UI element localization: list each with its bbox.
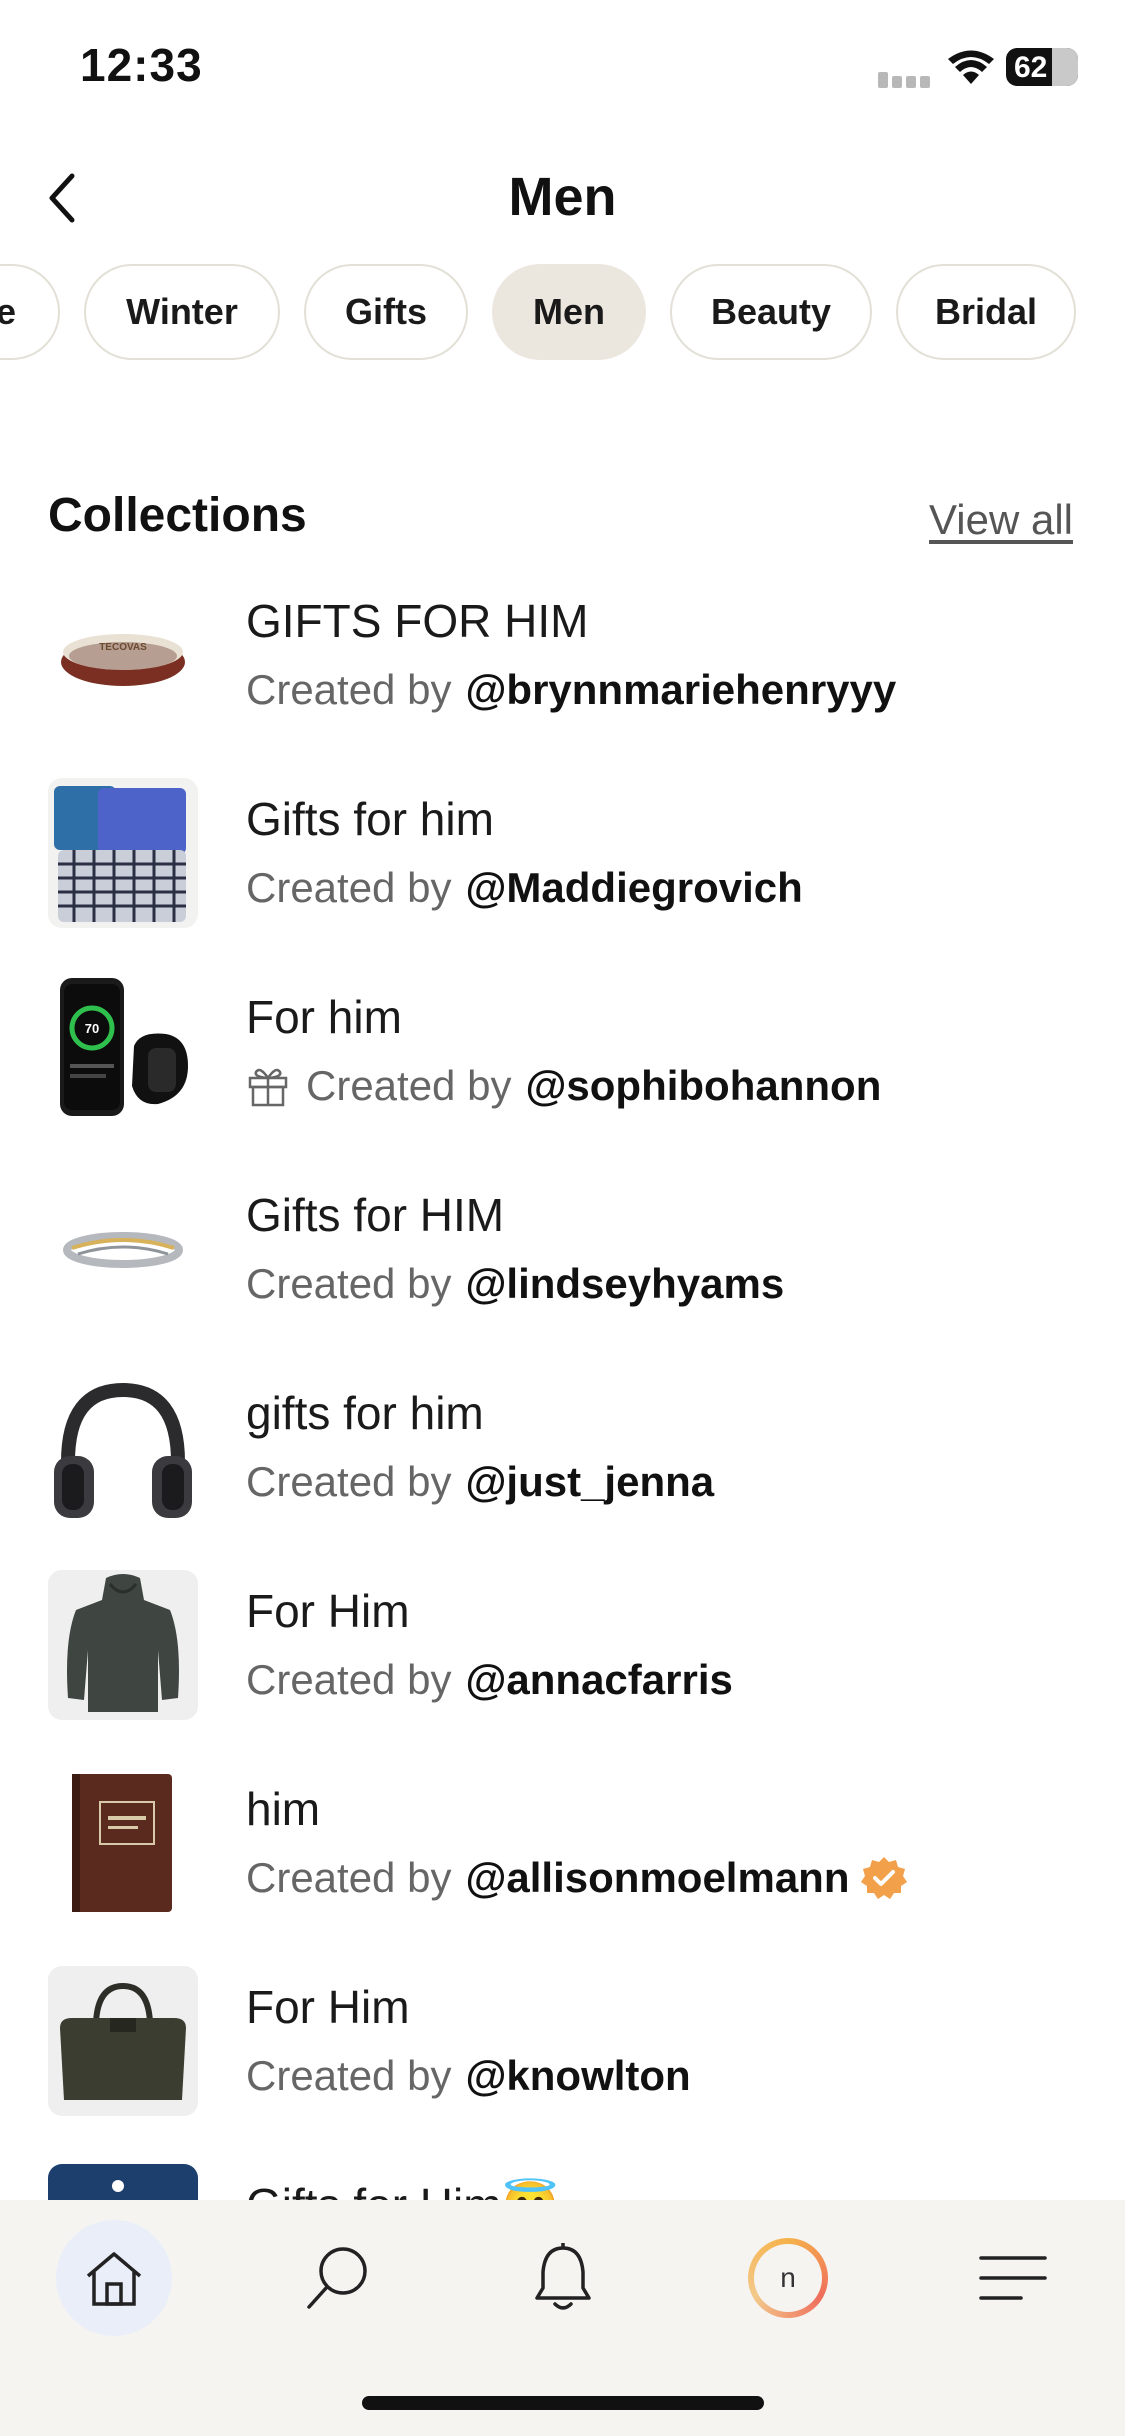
ring-thumbnail (48, 1174, 198, 1324)
phone-watch-thumbnail: 70 (48, 976, 198, 1126)
creator-handle[interactable]: @sophibohannon (525, 1062, 881, 1110)
creator-handle[interactable]: @annacfarris (465, 1656, 732, 1704)
category-chips: e Winter Gifts Men Beauty Bridal (0, 264, 1125, 360)
chip-gifts[interactable]: Gifts (304, 264, 468, 360)
verified-badge-icon (861, 1857, 908, 1899)
home-icon (86, 2252, 142, 2306)
created-by-label: Created by (246, 1458, 452, 1505)
collection-title: For him (246, 991, 402, 1043)
collection-creator: Created by @annacfarris (246, 1656, 733, 1704)
collection-item[interactable]: Gifts for HIM Created by @lindseyhyams (0, 1174, 1125, 1354)
collection-title: Gifts for Him😇 (246, 2178, 559, 2200)
collection-creator: Created by @knowlton (246, 2052, 691, 2100)
battery-level: 62 (1014, 51, 1048, 84)
night-scene-thumbnail (48, 2164, 198, 2200)
collection-title: him (246, 1783, 321, 1835)
creator-handle[interactable]: @allisonmoelmann (465, 1854, 849, 1902)
section-title: Collections (48, 489, 307, 542)
creator-handle[interactable]: @Maddiegrovich (465, 864, 802, 912)
collection-title: Gifts for HIM (246, 1189, 505, 1241)
creator-handle[interactable]: @lindseyhyams (465, 1260, 784, 1308)
tab-profile[interactable]: n (730, 2220, 846, 2336)
collection-creator: Created by @Maddiegrovich (246, 864, 803, 912)
collection-title: Gifts for him (246, 793, 494, 845)
collection-title: For Him (246, 1981, 410, 2033)
created-by-label: Created by (246, 1260, 452, 1307)
headphones-thumbnail (48, 1372, 198, 1522)
collection-creator: Created by @sophibohannon (246, 1062, 881, 1110)
chip-bridal[interactable]: Bridal (896, 264, 1076, 360)
status-time: 12:33 (80, 39, 203, 91)
hoodie-thumbnail (48, 1570, 198, 1720)
home-indicator (362, 2396, 764, 2410)
collection-creator: Created by @allisonmoelmann (246, 1854, 908, 1902)
created-by-label: Created by (246, 1854, 452, 1901)
belt-thumbnail: TECOVAS (48, 580, 198, 730)
created-by-label: Created by (246, 1656, 452, 1703)
collection-creator: Created by @brynnmariehenryyy (246, 666, 896, 714)
created-by-label: Created by (246, 2052, 452, 2099)
avatar: n (748, 2238, 828, 2318)
chip-winter[interactable]: Winter (84, 264, 280, 360)
collection-item[interactable]: For Him Created by @knowlton (0, 1966, 1125, 2146)
collection-creator: Created by @lindseyhyams (246, 1260, 784, 1308)
creator-handle[interactable]: @brynnmariehenryyy (465, 666, 896, 714)
gift-icon (248, 1068, 288, 1107)
collection-item[interactable]: Gifts for Him😇 (0, 2164, 1125, 2200)
page-title: Men (508, 167, 617, 227)
tab-search[interactable] (280, 2220, 396, 2336)
chip-partial[interactable]: e (0, 264, 60, 360)
collections-list: TECOVAS GIFTS FOR HIM Created by @brynnm… (0, 580, 1125, 2200)
creator-handle[interactable]: @knowlton (465, 2052, 690, 2100)
svg-text:70: 70 (85, 1021, 99, 1036)
collection-item[interactable]: him Created by @allisonmoelmann (0, 1768, 1125, 1948)
collection-item[interactable]: gifts for him Created by @just_jenna (0, 1372, 1125, 1552)
tab-notifications[interactable] (505, 2220, 621, 2336)
created-by-label: Created by (306, 1062, 512, 1109)
svg-text:TECOVAS: TECOVAS (99, 642, 147, 653)
menu-icon (979, 2256, 1047, 2300)
created-by-label: Created by (246, 864, 452, 911)
tab-home[interactable] (56, 2220, 172, 2336)
tab-menu[interactable] (955, 2220, 1071, 2336)
created-by-label: Created by (246, 666, 452, 713)
duffel-bag-thumbnail (48, 1966, 198, 2116)
wifi-icon (948, 50, 994, 84)
status-bar: 12:33 62 (0, 0, 1125, 140)
avatar-initial: n (754, 2244, 822, 2312)
collection-item[interactable]: For Him Created by @annacfarris (0, 1570, 1125, 1750)
book-thumbnail (48, 1768, 198, 1918)
collection-item[interactable]: 70 For him Created by @sophibohannon (0, 976, 1125, 1156)
collection-item[interactable]: Gifts for him Created by @Maddiegrovich (0, 778, 1125, 958)
chip-men[interactable]: Men (492, 264, 646, 360)
boxers-thumbnail (48, 778, 198, 928)
collection-creator: Created by @just_jenna (246, 1458, 714, 1506)
collection-title: For Him (246, 1585, 410, 1637)
bell-icon (535, 2243, 591, 2310)
search-icon (307, 2247, 367, 2309)
chip-beauty[interactable]: Beauty (670, 264, 872, 360)
collection-title: GIFTS FOR HIM (246, 595, 589, 647)
cellular-signal-icon (878, 72, 934, 88)
collection-item[interactable]: TECOVAS GIFTS FOR HIM Created by @brynnm… (0, 580, 1125, 760)
view-all-link[interactable]: View all (929, 496, 1073, 544)
collection-title: gifts for him (246, 1387, 484, 1439)
battery-icon: 62 (1006, 48, 1078, 86)
creator-handle[interactable]: @just_jenna (465, 1458, 714, 1506)
